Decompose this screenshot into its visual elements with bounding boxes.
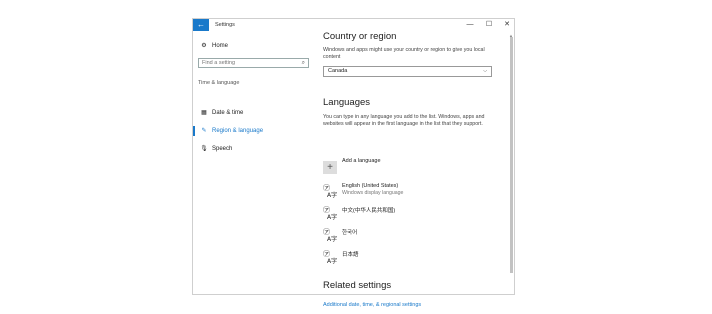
- calendar-clock-icon: ▦: [201, 110, 207, 116]
- svg-text:A字: A字: [327, 213, 337, 220]
- language-item-sub: Windows display language: [342, 190, 404, 196]
- languages-description: You can type in any language you add to …: [323, 114, 485, 128]
- region-heading: Country or region: [323, 31, 397, 42]
- search-input[interactable]: [202, 59, 292, 67]
- languages-heading: Languages: [323, 97, 371, 108]
- sidebar-item-label: Speech: [212, 146, 233, 152]
- back-arrow-icon: ←: [197, 20, 205, 29]
- sidebar-item-label: Region & language: [212, 128, 264, 134]
- sidebar-item-speech[interactable]: 🎙︎ Speech: [199, 143, 232, 155]
- sidebar-item-region-language[interactable]: ✎ Region & language: [199, 125, 263, 137]
- language-item-name[interactable]: 中文(中华人民共和国): [342, 206, 395, 214]
- add-language-button[interactable]: +: [323, 161, 337, 174]
- language-icon: ㋐ A字: [323, 250, 337, 264]
- main-content: Country or region Windows and apps might…: [323, 31, 506, 308]
- scrollbar-thumb[interactable]: [510, 37, 513, 273]
- language-item-name[interactable]: English (United States): [342, 183, 398, 189]
- region-description: Windows and apps might use your country …: [323, 47, 485, 61]
- active-indicator: [193, 126, 195, 136]
- language-item-name[interactable]: 日本語: [342, 250, 359, 258]
- sidebar-item-label: Date & time: [212, 110, 244, 116]
- back-button[interactable]: ←: [193, 19, 209, 31]
- sidebar-item-home[interactable]: ⚙ Home: [199, 40, 228, 52]
- svg-text:㋐: ㋐: [323, 184, 330, 192]
- search-icon[interactable]: ⌕: [302, 59, 305, 67]
- svg-text:A字: A字: [327, 191, 337, 198]
- scrollbar[interactable]: ▲: [509, 33, 514, 292]
- language-icon: ✎: [201, 128, 207, 134]
- related-heading: Related settings: [323, 280, 392, 291]
- svg-text:㋐: ㋐: [323, 228, 330, 236]
- add-language-label[interactable]: Add a language: [342, 158, 381, 164]
- svg-text:A字: A字: [327, 257, 337, 264]
- language-item-name[interactable]: 한국어: [342, 228, 357, 236]
- country-dropdown[interactable]: Canada ⌵: [323, 66, 492, 77]
- sidebar-item-label: Home: [212, 43, 229, 49]
- maximize-icon: ☐: [485, 21, 493, 28]
- close-button[interactable]: ✕: [498, 19, 516, 31]
- country-value: Canada: [328, 68, 348, 74]
- window-title: Settings: [215, 22, 235, 28]
- close-icon: ✕: [504, 21, 510, 28]
- title-bar: ← Settings — ☐ ✕: [193, 19, 514, 31]
- language-icon: ㋐ A字: [323, 206, 337, 220]
- svg-text:㋐: ㋐: [323, 206, 330, 214]
- sidebar: ⚙ Home ⌕ Time & language ▦ Date & time ✎ Re…: [193, 31, 315, 294]
- microphone-icon: 🎙︎: [200, 146, 208, 152]
- chevron-down-icon: ⌵: [483, 68, 487, 74]
- language-icon: ㋐ A字: [323, 228, 337, 242]
- plus-icon: +: [327, 162, 333, 173]
- svg-text:㋐: ㋐: [323, 250, 330, 258]
- minimize-button[interactable]: —: [461, 19, 479, 31]
- maximize-button[interactable]: ☐: [480, 19, 498, 31]
- language-icon: ㋐ A字: [323, 184, 337, 198]
- section-label: Time & language: [198, 80, 240, 86]
- svg-text:A字: A字: [327, 235, 337, 242]
- minimize-icon: —: [466, 21, 474, 28]
- sidebar-item-date-time[interactable]: ▦ Date & time: [199, 107, 243, 119]
- gear-icon: ⚙: [201, 43, 207, 49]
- settings-window: ← Settings — ☐ ✕ ⚙ Home ⌕ Time & language…: [192, 18, 515, 308]
- search-box[interactable]: ⌕: [198, 58, 309, 68]
- additional-settings-link[interactable]: Additional date, time, & regional settin…: [323, 302, 421, 308]
